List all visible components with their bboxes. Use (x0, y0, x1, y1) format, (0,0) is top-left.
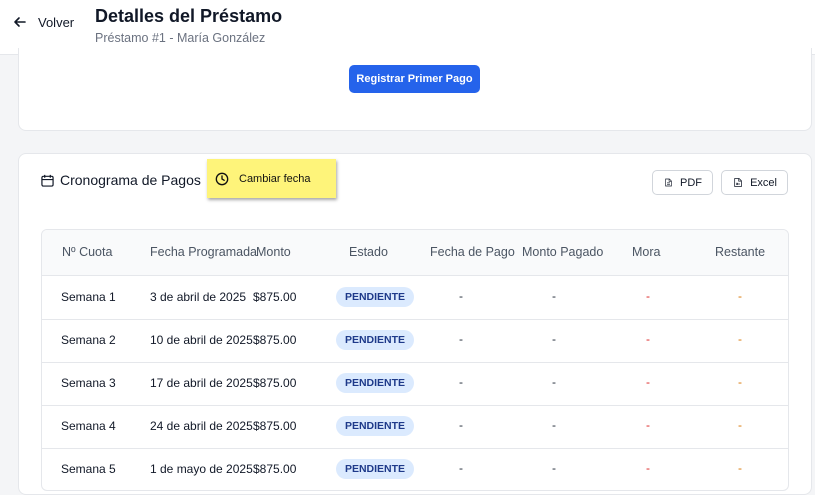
cell-fecha-pago: - (459, 375, 463, 389)
cell-monto: $875.00 (253, 333, 297, 347)
cell-restante: - (738, 375, 742, 389)
cell-restante: - (738, 289, 742, 303)
col-estado: Estado (349, 245, 388, 259)
cell-fecha: 10 de abril de 2025 (150, 333, 253, 347)
clock-icon (215, 172, 229, 185)
cell-fecha-pago: - (459, 461, 463, 475)
cell-restante: - (738, 418, 742, 432)
payment-schedule-table: Nº Cuota Fecha Programada Monto Estado F… (41, 229, 789, 491)
pdf-file-icon (665, 178, 672, 187)
cell-fecha-pago: - (459, 332, 463, 346)
cell-mora: - (646, 418, 650, 432)
cell-monto: $875.00 (253, 290, 297, 304)
col-monto-pagado: Monto Pagado (522, 245, 604, 259)
cell-cuota: Semana 5 (61, 462, 116, 476)
status-badge: PENDIENTE (336, 287, 414, 307)
register-first-payment-button[interactable]: Registrar Primer Pago (349, 65, 480, 93)
cell-monto: $875.00 (253, 376, 297, 390)
cell-monto-pagado: - (552, 375, 556, 389)
cell-fecha: 17 de abril de 2025 (150, 376, 253, 390)
table-row: Semana 2 10 de abril de 2025 $875.00 PEN… (42, 319, 788, 363)
cell-mora: - (646, 461, 650, 475)
col-restante: Restante (715, 245, 766, 259)
cell-mora: - (646, 332, 650, 346)
back-button[interactable]: Volver (12, 14, 74, 30)
back-label: Volver (38, 14, 75, 30)
table-row: Semana 1 3 de abril de 2025 $875.00 PEND… (42, 276, 788, 320)
sticky-note[interactable]: Cambiar fecha (207, 159, 336, 198)
page-title: Detalles del Préstamo (95, 6, 283, 26)
export-excel-button[interactable]: Excel (721, 170, 788, 195)
excel-file-icon (734, 178, 742, 187)
cell-fecha: 24 de abril de 2025 (150, 419, 253, 433)
cell-monto-pagado: - (552, 418, 556, 432)
arrow-left-icon (14, 17, 26, 27)
export-pdf-label: PDF (680, 176, 702, 189)
cell-monto: $875.00 (253, 419, 297, 433)
col-fecha-programada: Fecha Programada (150, 245, 258, 259)
cell-cuota: Semana 4 (61, 419, 116, 433)
schedule-heading: Cronograma de Pagos (41, 172, 201, 188)
cell-restante: - (738, 461, 742, 475)
status-badge: PENDIENTE (336, 330, 414, 350)
col-monto: Monto (256, 245, 291, 259)
cell-cuota: Semana 2 (61, 333, 116, 347)
export-excel-label: Excel (750, 176, 777, 189)
col-cuota: Nº Cuota (62, 245, 113, 259)
cell-monto-pagado: - (552, 332, 556, 346)
table-row: Semana 5 1 de mayo de 2025 $875.00 PENDI… (42, 448, 788, 490)
cell-mora: - (646, 289, 650, 303)
status-badge: PENDIENTE (336, 373, 414, 393)
cell-monto-pagado: - (552, 461, 556, 475)
cell-fecha-pago: - (459, 289, 463, 303)
table-row: Semana 3 17 de abril de 2025 $875.00 PEN… (42, 362, 788, 406)
table-row: Semana 4 24 de abril de 2025 $875.00 PEN… (42, 405, 788, 449)
cell-monto-pagado: - (552, 289, 556, 303)
page-subtitle: Préstamo #1 - María González (95, 31, 266, 45)
calendar-icon (41, 174, 54, 187)
status-badge: PENDIENTE (336, 459, 414, 479)
cell-monto: $875.00 (253, 462, 297, 476)
page-header: Volver Detalles del Préstamo Préstamo #1… (0, 0, 815, 55)
status-badge: PENDIENTE (336, 416, 414, 436)
sticky-note-label: Cambiar fecha (239, 172, 311, 185)
cell-fecha: 1 de mayo de 2025 (150, 462, 253, 476)
cell-restante: - (738, 332, 742, 346)
cell-fecha-pago: - (459, 418, 463, 432)
cell-fecha: 3 de abril de 2025 (150, 290, 247, 304)
col-mora: Mora (632, 245, 661, 259)
cell-mora: - (646, 375, 650, 389)
cell-cuota: Semana 3 (61, 376, 116, 390)
col-fecha-pago: Fecha de Pago (430, 245, 515, 259)
cell-cuota: Semana 1 (61, 290, 116, 304)
schedule-title: Cronograma de Pagos (60, 172, 201, 188)
export-pdf-button[interactable]: PDF (652, 170, 713, 195)
table-header: Nº Cuota Fecha Programada Monto Estado F… (42, 230, 788, 276)
